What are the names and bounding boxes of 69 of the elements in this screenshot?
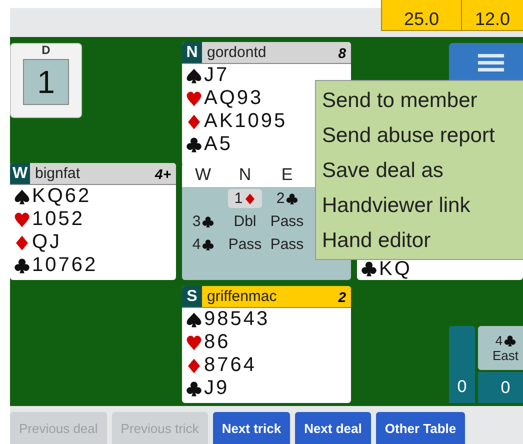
menu-item[interactable]: Handviewer link bbox=[322, 188, 523, 223]
club-suit-icon bbox=[186, 381, 202, 396]
club-suit-icon bbox=[504, 335, 516, 346]
points-count: 2 bbox=[338, 288, 346, 304]
tricks-counter: 0 bbox=[449, 326, 475, 403]
heart-suit-icon bbox=[186, 91, 202, 106]
seat-badge: S bbox=[182, 286, 202, 307]
menu-item[interactable]: Hand editor bbox=[322, 223, 523, 258]
card-holding: 8764 bbox=[204, 354, 256, 377]
card-holding: KQ62 bbox=[32, 185, 92, 208]
heart-suit-icon bbox=[14, 212, 30, 227]
player-name: bignfat bbox=[35, 165, 82, 182]
player-name: gordontd bbox=[207, 44, 268, 61]
bid-call: Pass bbox=[228, 236, 262, 253]
diamond-suit-icon bbox=[16, 235, 28, 250]
bid-call: Pass bbox=[270, 213, 304, 230]
bid-call: 3 bbox=[192, 213, 201, 230]
card-holding: AQ93 bbox=[204, 87, 264, 110]
board-number: 1 bbox=[23, 59, 69, 105]
menu-button[interactable] bbox=[449, 43, 523, 83]
card-holding: 98543 bbox=[204, 308, 270, 331]
card-holding: QJ bbox=[32, 231, 62, 254]
club-suit-icon bbox=[286, 193, 298, 204]
diamond-suit-icon bbox=[188, 358, 200, 373]
club-suit-icon bbox=[362, 262, 376, 276]
club-suit-icon bbox=[186, 137, 202, 152]
card-holding: 10762 bbox=[32, 254, 98, 277]
declarer-text: East bbox=[492, 348, 518, 363]
diamond-suit-icon bbox=[188, 114, 200, 129]
nav-button[interactable]: Next deal bbox=[295, 412, 371, 444]
bid-call: 2 bbox=[276, 190, 285, 207]
score-cell: 25.0 bbox=[381, 0, 461, 31]
contract-text: 4 bbox=[495, 333, 503, 348]
club-suit-icon bbox=[202, 216, 214, 227]
spade-suit-icon bbox=[186, 312, 202, 327]
card-holding: A5 bbox=[204, 133, 232, 156]
player-name: griffenmac bbox=[207, 288, 278, 305]
card-holding: KQ bbox=[379, 258, 412, 280]
menu-item[interactable]: Save deal as bbox=[322, 153, 523, 188]
bid-call: Dbl bbox=[234, 213, 256, 230]
seat-badge: N bbox=[182, 42, 202, 63]
diamond-suit-icon bbox=[245, 193, 254, 204]
points-count: 8 bbox=[338, 44, 346, 60]
points-count: 4+ bbox=[155, 166, 171, 182]
nav-button[interactable]: Next trick bbox=[212, 412, 290, 444]
card-holding: 86 bbox=[204, 331, 230, 354]
spade-suit-icon bbox=[14, 189, 30, 204]
menu-icon bbox=[478, 54, 504, 72]
score-cell: 12.0 bbox=[461, 0, 523, 31]
card-holding: J7 bbox=[204, 64, 230, 87]
club-suit-icon bbox=[202, 239, 214, 250]
card-holding: J9 bbox=[204, 377, 230, 400]
bid-call: 4 bbox=[192, 236, 201, 253]
card-holding: AK1095 bbox=[204, 110, 288, 133]
seat-column-header: N bbox=[238, 165, 252, 185]
bid-call: Pass bbox=[270, 236, 304, 253]
bid-call: 1 bbox=[234, 190, 243, 207]
card-holding: 1052 bbox=[32, 208, 84, 231]
seat-column-header: E bbox=[280, 165, 294, 185]
tricks-counter: 0 bbox=[478, 372, 523, 403]
menu-item[interactable]: Send abuse report bbox=[322, 118, 523, 153]
nav-button[interactable]: Other Table bbox=[376, 412, 466, 444]
spade-suit-icon bbox=[186, 68, 202, 83]
seat-column-header: W bbox=[194, 165, 212, 185]
club-suit-icon bbox=[14, 258, 30, 273]
menu-item[interactable]: Send to member bbox=[322, 83, 523, 118]
dealer-label: D bbox=[42, 44, 50, 57]
seat-badge: W bbox=[10, 163, 30, 184]
heart-suit-icon bbox=[186, 335, 202, 350]
